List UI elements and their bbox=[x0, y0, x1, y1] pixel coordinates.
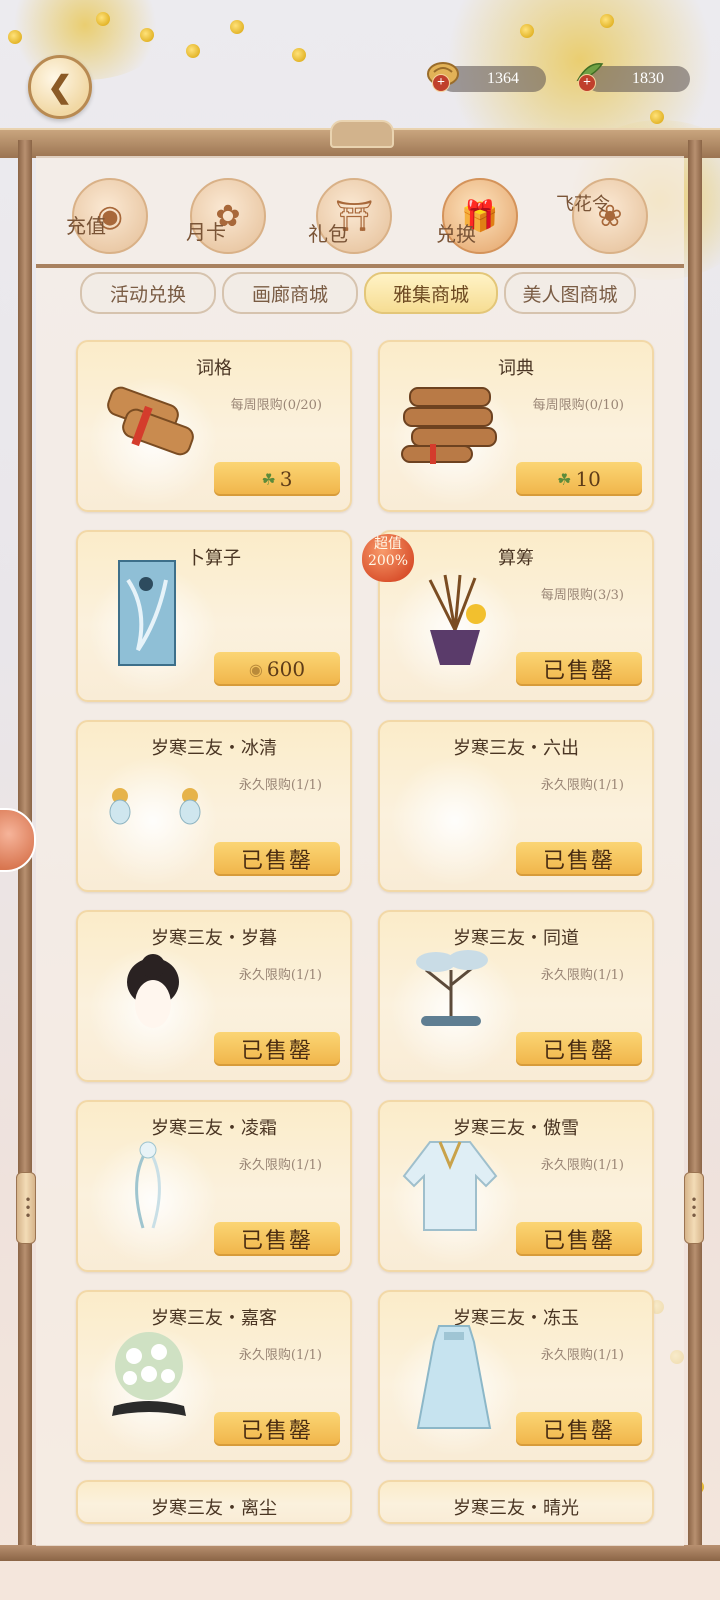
sold-out-button[interactable]: 已售罄 bbox=[214, 842, 340, 876]
card-bg-glow bbox=[390, 756, 520, 886]
sold-out-button[interactable]: 已售罄 bbox=[214, 1412, 340, 1446]
coin-pouch-icon: ◉ bbox=[248, 659, 263, 679]
subtab-beauty-shop[interactable]: 美人图商城 bbox=[504, 272, 636, 314]
price-label: 已售罄 bbox=[240, 849, 313, 874]
sold-out-button[interactable]: 已售罄 bbox=[516, 1222, 642, 1256]
item-image bbox=[400, 1136, 500, 1236]
item-purchase-limit: 永久限购(1/1) bbox=[238, 1348, 322, 1363]
item-image bbox=[118, 1138, 178, 1242]
price-label: 已售罄 bbox=[542, 1229, 615, 1254]
item-image bbox=[414, 1322, 494, 1436]
price-label: 已售罄 bbox=[240, 1229, 313, 1254]
shop-item-card[interactable]: 词格 每周限购(0/20) ☘ 3 bbox=[76, 340, 352, 512]
frame-bottom-beam bbox=[0, 1545, 720, 1561]
item-purchase-limit: 每周限购(3/3) bbox=[540, 588, 624, 603]
subtab-gallery-shop[interactable]: 画廊商城 bbox=[222, 272, 358, 314]
tea-count: 1830 bbox=[632, 70, 664, 87]
right-dots-icon: • • • bbox=[690, 1193, 698, 1223]
back-arrow-icon: ❮ bbox=[47, 69, 73, 105]
item-image bbox=[118, 560, 176, 670]
sold-out-button[interactable]: 已售罄 bbox=[214, 1032, 340, 1066]
badge-line2: 200% bbox=[367, 553, 409, 569]
buy-button[interactable]: ☘ 10 bbox=[516, 462, 642, 496]
item-purchase-limit: 永久限购(1/1) bbox=[540, 778, 624, 793]
subtab-yaji-shop[interactable]: 雅集商城 bbox=[364, 272, 498, 314]
value-badge: 超值 200% bbox=[362, 534, 414, 582]
shop-item-card[interactable]: 词典每周限购(0/10) ☘ 10 bbox=[378, 340, 654, 512]
coin-count: 1364 bbox=[487, 70, 519, 87]
item-purchase-limit: 永久限购(1/1) bbox=[540, 1158, 624, 1173]
shop-item-card[interactable]: 算筹每周限购(3/3) 已售罄 bbox=[378, 530, 654, 702]
item-purchase-limit: 永久限购(1/1) bbox=[238, 778, 322, 793]
shop-item-card[interactable]: 岁寒三友・冻玉 永久限购(1/1) 已售罄 bbox=[378, 1290, 654, 1462]
shop-item-card[interactable]: 岁寒三友・六出永久限购(1/1) 已售罄 bbox=[378, 720, 654, 892]
price-label: 600 bbox=[266, 657, 306, 681]
add-coins-button[interactable]: + bbox=[432, 74, 450, 92]
price-label: 已售罄 bbox=[240, 1039, 313, 1064]
tea-leaf-icon: ☘ bbox=[557, 469, 572, 489]
category-divider bbox=[36, 264, 684, 268]
price-label: 3 bbox=[279, 467, 293, 491]
item-image bbox=[118, 952, 188, 1046]
item-image bbox=[98, 376, 208, 470]
shop-item-card[interactable]: 岁寒三友・同道 永久限购(1/1) 已售罄 bbox=[378, 910, 654, 1082]
shop-item-card[interactable]: 岁寒三友・凌霜永久限购(1/1) 已售罄 bbox=[76, 1100, 352, 1272]
price-label: 已售罄 bbox=[240, 1419, 313, 1444]
tab-exchange-label: 兑换 bbox=[436, 222, 476, 246]
sold-out-button[interactable]: 已售罄 bbox=[516, 1412, 642, 1446]
item-image bbox=[400, 378, 510, 472]
item-image bbox=[406, 940, 496, 1034]
shop-item-card[interactable]: 岁寒三友・岁暮永久限购(1/1) 已售罄 bbox=[76, 910, 352, 1082]
item-image bbox=[410, 570, 500, 674]
tab-gift-pack-label: 礼包 bbox=[308, 222, 348, 246]
item-title: 岁寒三友・晴光 bbox=[453, 1498, 579, 1519]
subtab-event-exchange[interactable]: 活动兑换 bbox=[80, 272, 216, 314]
sold-out-button[interactable]: 已售罄 bbox=[516, 652, 642, 686]
item-purchase-limit: 永久限购(1/1) bbox=[540, 1348, 624, 1363]
shop-item-card[interactable]: 岁寒三友・晴光 bbox=[378, 1480, 654, 1524]
shop-item-card[interactable]: 卜算子 ◉ 600 bbox=[76, 530, 352, 702]
price-label: 已售罄 bbox=[542, 659, 615, 684]
tab-monthly-card-label: 月卡 bbox=[186, 220, 226, 244]
left-dots-icon: • • • bbox=[24, 1193, 32, 1223]
item-purchase-limit: 每周限购(0/10) bbox=[532, 398, 624, 413]
price-label: 已售罄 bbox=[542, 849, 615, 874]
sold-out-button[interactable]: 已售罄 bbox=[516, 1032, 642, 1066]
item-image bbox=[100, 780, 210, 834]
shop-item-card[interactable]: 岁寒三友・傲雪 永久限购(1/1) 已售罄 bbox=[378, 1100, 654, 1272]
item-title: 岁寒三友・六出 bbox=[453, 738, 579, 759]
item-title: 算筹 bbox=[498, 548, 534, 569]
item-purchase-limit: 永久限购(1/1) bbox=[238, 1158, 322, 1173]
price-label: 10 bbox=[575, 467, 601, 491]
add-tea-button[interactable]: + bbox=[578, 74, 596, 92]
tab-feihua-label: 飞花令 bbox=[556, 194, 610, 215]
badge-line1: 超值 bbox=[374, 536, 402, 552]
tea-leaf-icon: ☘ bbox=[261, 469, 276, 489]
item-title: 岁寒三友・离尘 bbox=[151, 1498, 277, 1519]
item-image bbox=[104, 1326, 194, 1430]
currency-tea[interactable]: + 1830 bbox=[576, 63, 690, 92]
shop-item-card[interactable]: 岁寒三友・离尘 bbox=[76, 1480, 352, 1524]
item-title: 岁寒三友・凌霜 bbox=[151, 1118, 277, 1139]
tab-recharge-label: 充值 bbox=[66, 214, 106, 238]
item-title: 岁寒三友・冰清 bbox=[151, 738, 277, 759]
price-label: 已售罄 bbox=[542, 1419, 615, 1444]
buy-button[interactable]: ☘ 3 bbox=[214, 462, 340, 496]
back-button[interactable]: ❮ bbox=[28, 55, 92, 119]
currency-coins[interactable]: + 1364 bbox=[427, 62, 546, 92]
item-purchase-limit: 永久限购(1/1) bbox=[540, 968, 624, 983]
buy-button[interactable]: ◉ 600 bbox=[214, 652, 340, 686]
shop-item-card[interactable]: 岁寒三友・嘉客 永久限购(1/1) 已售罄 bbox=[76, 1290, 352, 1462]
sold-out-button[interactable]: 已售罄 bbox=[214, 1222, 340, 1256]
frame-right-post bbox=[688, 140, 702, 1560]
frame-top-beam bbox=[0, 120, 720, 158]
item-purchase-limit: 永久限购(1/1) bbox=[238, 968, 322, 983]
shop-item-card[interactable]: 岁寒三友・冰清永久限购(1/1) 已售罄 bbox=[76, 720, 352, 892]
item-purchase-limit: 每周限购(0/20) bbox=[230, 398, 322, 413]
item-title: 岁寒三友・岁暮 bbox=[151, 928, 277, 949]
sold-out-button[interactable]: 已售罄 bbox=[516, 842, 642, 876]
category-bar: ◉ 充值 ✿ 月卡 ⛩ 礼包 🎁 兑换 ❀ 飞花令 bbox=[36, 170, 684, 270]
price-label: 已售罄 bbox=[542, 1039, 615, 1064]
item-title: 词典 bbox=[498, 358, 534, 379]
